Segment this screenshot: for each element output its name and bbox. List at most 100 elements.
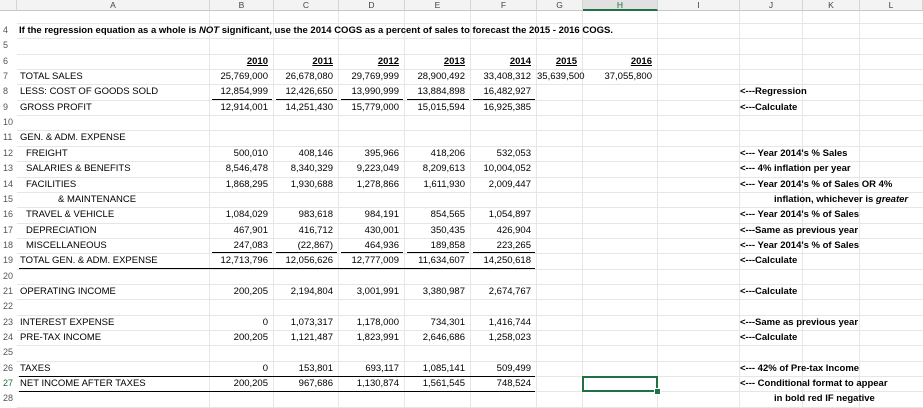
value-gross-profit-2010[interactable]: 12,914,001: [210, 101, 268, 115]
value-gross-profit-2012[interactable]: 15,779,000: [339, 101, 399, 115]
value-interest-2010[interactable]: 0: [210, 316, 268, 330]
row-header-8[interactable]: 8: [0, 84, 17, 100]
value-travel-2011[interactable]: 983,618: [274, 208, 333, 222]
value-freight-2013[interactable]: 418,206: [405, 147, 465, 161]
value-travel-2013[interactable]: 854,565: [405, 208, 465, 222]
value-pretax-2014[interactable]: 1,258,023: [471, 331, 531, 345]
row-header-26[interactable]: 26: [0, 360, 17, 377]
column-header-k[interactable]: K: [803, 0, 860, 11]
value-freight-2012[interactable]: 395,966: [339, 147, 399, 161]
value-operating-income-2010[interactable]: 200,205: [210, 285, 268, 299]
value-net-income-2010[interactable]: 200,205: [210, 377, 268, 391]
value-freight-2014[interactable]: 532,053: [471, 147, 531, 161]
value-pretax-2011[interactable]: 1,121,487: [274, 331, 333, 345]
value-pretax-2012[interactable]: 1,823,991: [339, 331, 399, 345]
value-misc-2011[interactable]: (22,867): [274, 239, 333, 253]
row-header-13[interactable]: 13: [0, 161, 17, 177]
column-header-i[interactable]: I: [658, 0, 740, 11]
value-interest-2011[interactable]: 1,073,317: [274, 316, 333, 330]
value-total-gen-adm-2011[interactable]: 12,056,626: [274, 254, 333, 268]
value-salaries-2014[interactable]: 10,004,052: [471, 162, 531, 176]
value-cogs-2011[interactable]: 12,426,650: [274, 85, 333, 99]
row-header-22[interactable]: 22: [0, 299, 17, 315]
row-header-12[interactable]: 12: [0, 145, 17, 162]
value-salaries-2010[interactable]: 8,546,478: [210, 162, 268, 176]
value-net-income-2014[interactable]: 748,524: [471, 377, 531, 391]
column-header-g[interactable]: G: [537, 0, 583, 11]
value-travel-2014[interactable]: 1,054,897: [471, 208, 531, 222]
column-header-b[interactable]: B: [210, 0, 274, 11]
year-header-2014[interactable]: 2014: [471, 55, 531, 69]
row-header-19[interactable]: 19: [0, 253, 17, 269]
value-freight-2010[interactable]: 500,010: [210, 147, 268, 161]
value-cogs-2010[interactable]: 12,854,999: [210, 85, 268, 99]
column-header-a[interactable]: A: [17, 0, 210, 11]
value-operating-income-2012[interactable]: 3,001,991: [339, 285, 399, 299]
row-header-9[interactable]: 9: [0, 99, 17, 116]
value-pretax-2013[interactable]: 2,646,686: [405, 331, 465, 345]
value-taxes-2010[interactable]: 0: [210, 362, 268, 376]
year-header-2011[interactable]: 2011: [274, 55, 333, 69]
selected-cell-h27[interactable]: [582, 376, 658, 393]
row-header-5[interactable]: 5: [0, 38, 17, 54]
value-taxes-2013[interactable]: 1,085,141: [405, 362, 465, 376]
value-salaries-2011[interactable]: 8,340,329: [274, 162, 333, 176]
value-total-gen-adm-2013[interactable]: 11,634,607: [405, 254, 465, 268]
spreadsheet-grid[interactable]: ABCDEFGHIJKL 4 5 6 7 8 9 10 11 12 13 14 15 16 17 18 19 2…: [0, 0, 923, 408]
value-facilities-2012[interactable]: 1,278,866: [339, 178, 399, 192]
year-header-2016[interactable]: 2016: [583, 55, 652, 69]
value-gross-profit-2013[interactable]: 15,015,594: [405, 101, 465, 115]
year-header-2012[interactable]: 2012: [339, 55, 399, 69]
value-facilities-2010[interactable]: 1,868,295: [210, 178, 268, 192]
value-pretax-2010[interactable]: 200,205: [210, 331, 268, 345]
value-total-sales-2012[interactable]: 29,769,999: [339, 70, 399, 84]
value-taxes-2012[interactable]: 693,117: [339, 362, 399, 376]
value-depreciation-2014[interactable]: 426,904: [471, 224, 531, 238]
value-travel-2010[interactable]: 1,084,029: [210, 208, 268, 222]
value-misc-2014[interactable]: 223,265: [471, 239, 531, 253]
value-total-sales-2010[interactable]: 25,769,000: [210, 70, 268, 84]
row-header-7[interactable]: 7: [0, 69, 17, 85]
row-header-11[interactable]: 11: [0, 130, 17, 146]
row-header-27[interactable]: 27: [0, 376, 17, 392]
value-net-income-2011[interactable]: 967,686: [274, 377, 333, 391]
value-net-income-2012[interactable]: 1,130,874: [339, 377, 399, 391]
column-header-j[interactable]: J: [740, 0, 803, 11]
select-all-corner[interactable]: [0, 0, 17, 11]
row-header-20[interactable]: 20: [0, 268, 17, 284]
column-header-c[interactable]: C: [274, 0, 339, 11]
row-header-24[interactable]: 24: [0, 330, 17, 346]
value-misc-2010[interactable]: 247,083: [210, 239, 268, 253]
value-depreciation-2012[interactable]: 430,001: [339, 224, 399, 238]
value-taxes-2011[interactable]: 153,801: [274, 362, 333, 376]
value-total-sales-2014[interactable]: 33,408,312: [471, 70, 531, 84]
year-header-2015[interactable]: 2015: [537, 55, 577, 69]
value-interest-2014[interactable]: 1,416,744: [471, 316, 531, 330]
column-header-d[interactable]: D: [339, 0, 405, 11]
column-header-l[interactable]: L: [860, 0, 923, 11]
value-misc-2012[interactable]: 464,936: [339, 239, 399, 253]
value-facilities-2011[interactable]: 1,930,688: [274, 178, 333, 192]
value-total-sales-2016[interactable]: 37,055,800: [583, 70, 652, 84]
row-header-16[interactable]: 16: [0, 207, 17, 223]
year-header-2013[interactable]: 2013: [405, 55, 465, 69]
column-header-f[interactable]: F: [471, 0, 537, 11]
value-misc-2013[interactable]: 189,858: [405, 239, 465, 253]
row-header-28[interactable]: 28: [0, 391, 17, 407]
value-salaries-2012[interactable]: 9,223,049: [339, 162, 399, 176]
row-header-25[interactable]: 25: [0, 345, 17, 361]
column-header-h[interactable]: H: [583, 0, 658, 11]
row-header-23[interactable]: 23: [0, 314, 17, 330]
value-total-gen-adm-2010[interactable]: 12,713,796: [210, 254, 268, 268]
row-header-17[interactable]: 17: [0, 222, 17, 238]
value-depreciation-2013[interactable]: 350,435: [405, 224, 465, 238]
fill-handle[interactable]: [654, 388, 661, 396]
value-cogs-2014[interactable]: 16,482,927: [471, 85, 531, 99]
value-gross-profit-2014[interactable]: 16,925,385: [471, 101, 531, 115]
value-cogs-2012[interactable]: 13,990,999: [339, 85, 399, 99]
value-operating-income-2011[interactable]: 2,194,804: [274, 285, 333, 299]
row-header-15[interactable]: 15: [0, 191, 17, 208]
row-header-6[interactable]: 6: [0, 53, 17, 70]
value-cogs-2013[interactable]: 13,884,898: [405, 85, 465, 99]
value-interest-2013[interactable]: 734,301: [405, 316, 465, 330]
